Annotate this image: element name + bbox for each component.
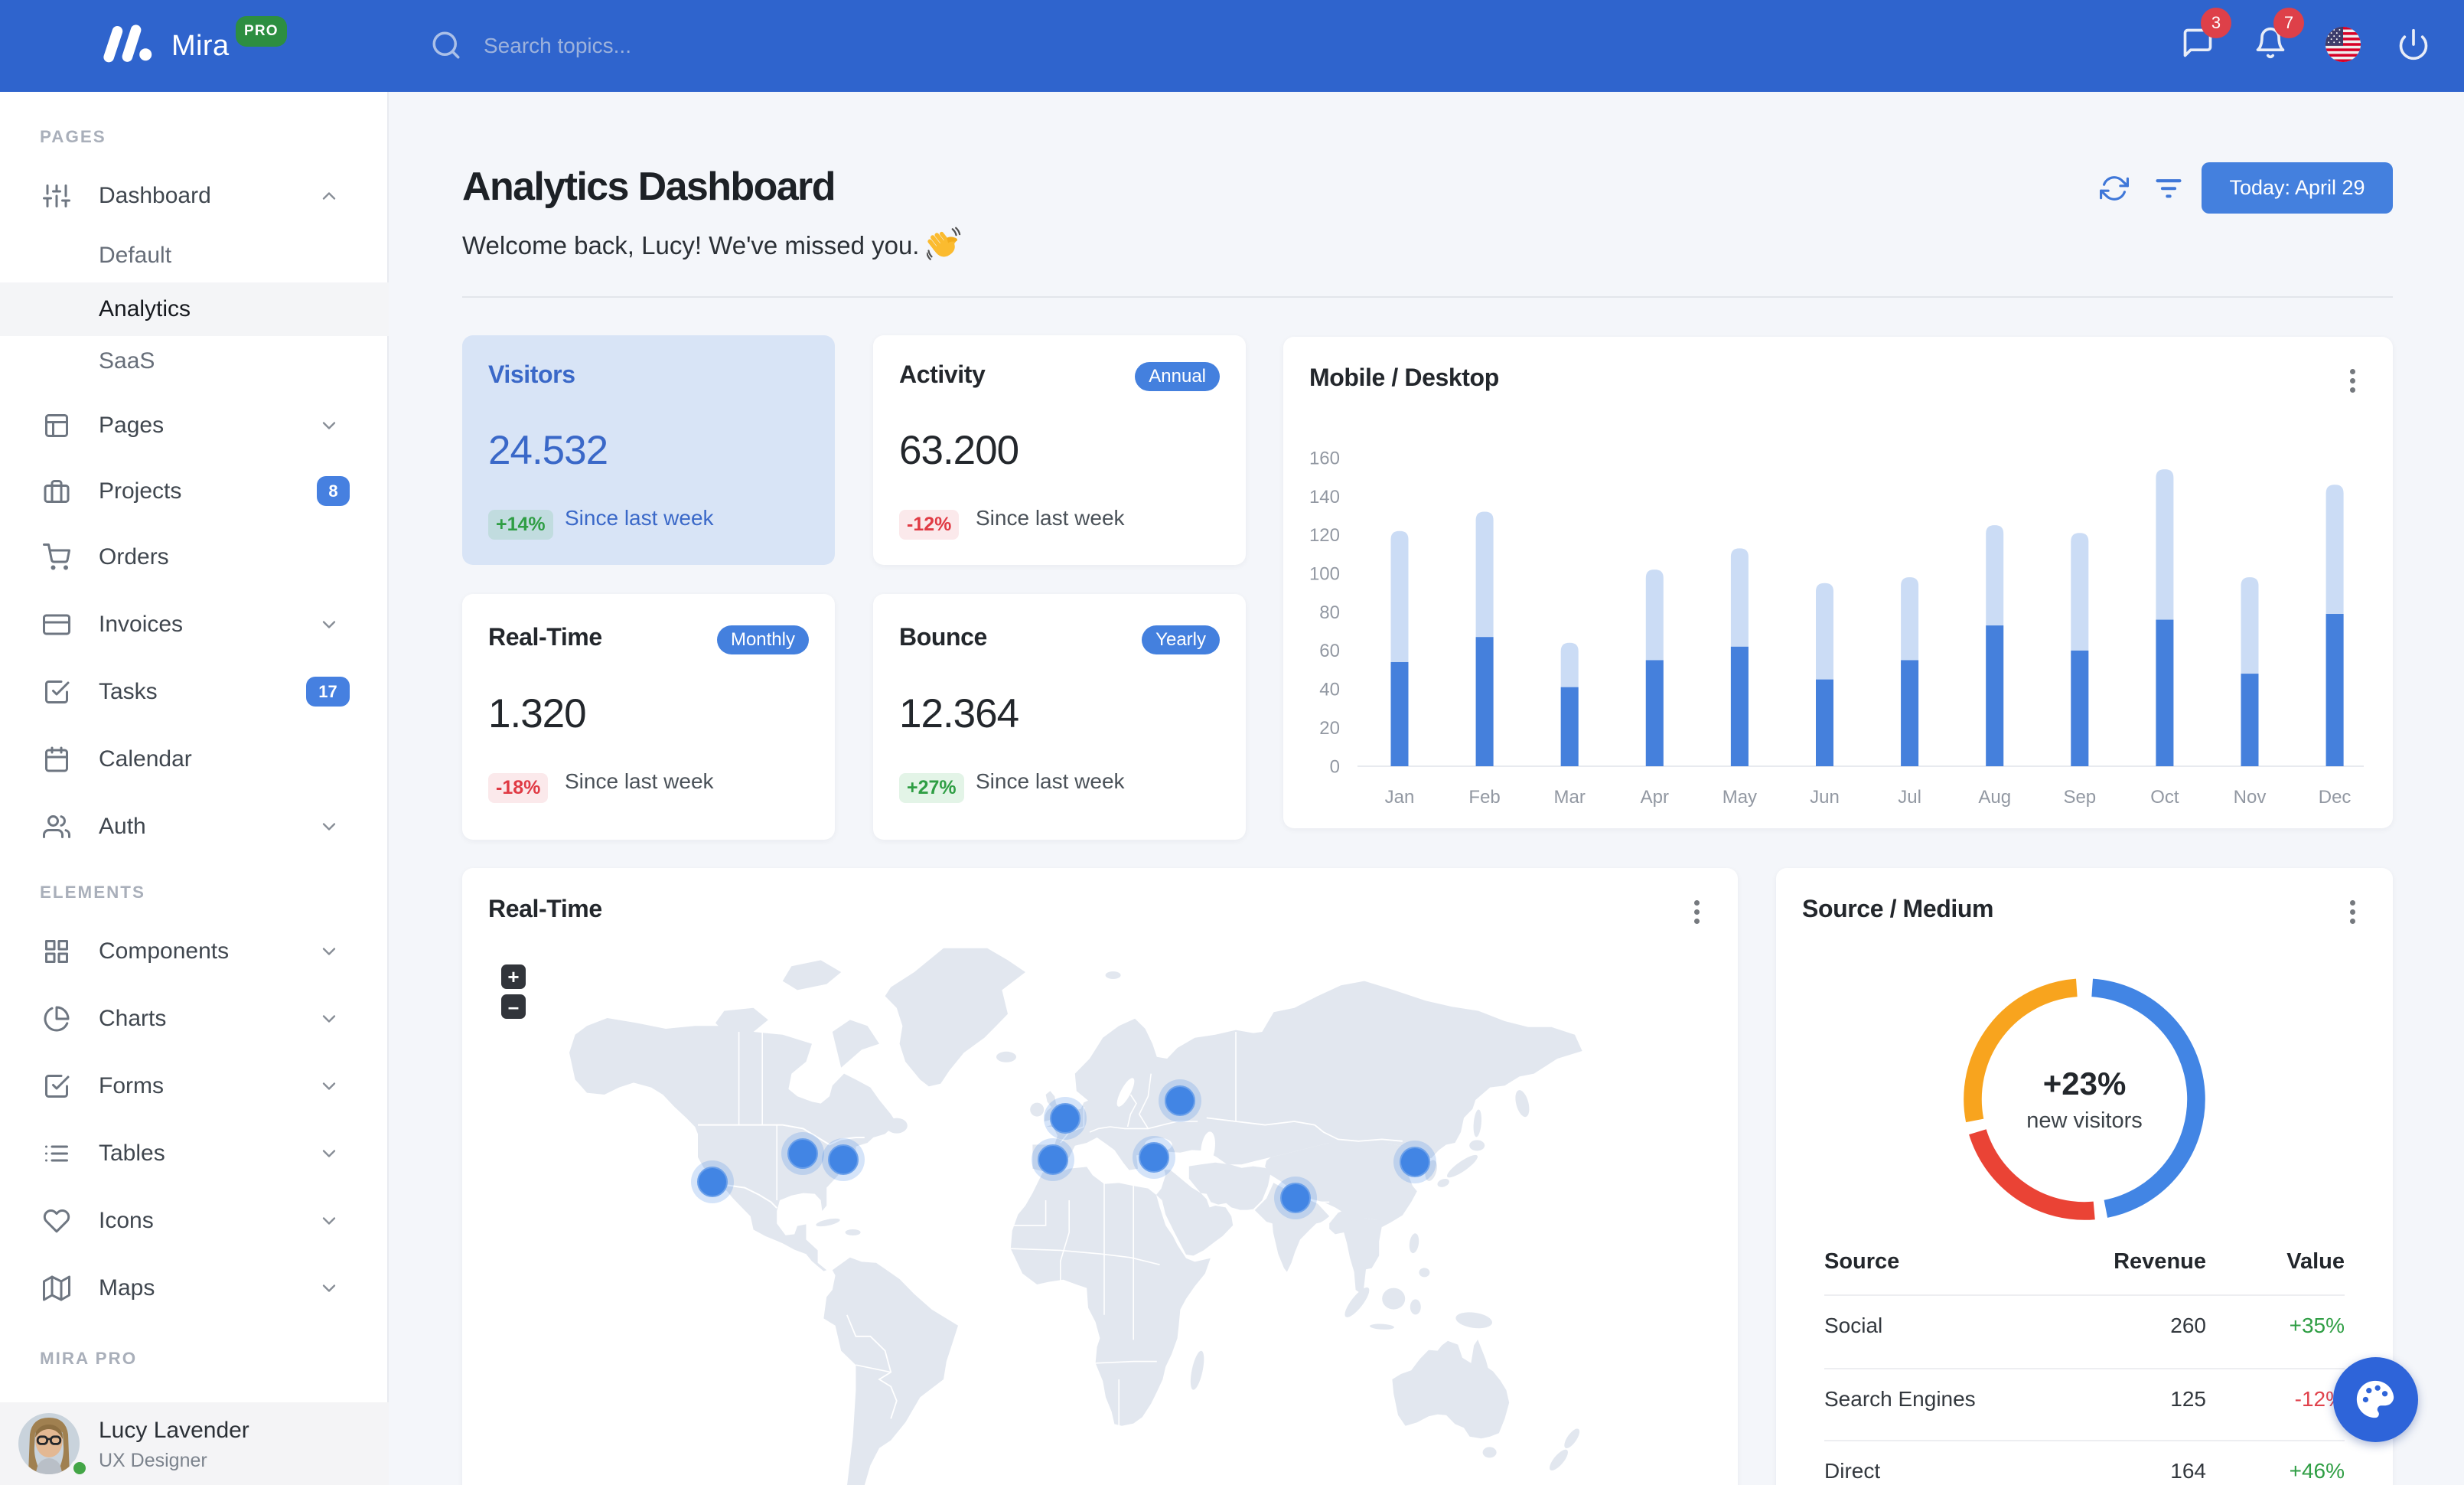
svg-text:Jun: Jun <box>1810 787 1840 808</box>
svg-text:Mar: Mar <box>1554 787 1586 808</box>
svg-text:100: 100 <box>1309 564 1340 585</box>
svg-text:Oct: Oct <box>2150 787 2179 808</box>
svg-text:Sep: Sep <box>2063 787 2096 808</box>
svg-text:Apr: Apr <box>1641 787 1669 808</box>
svg-text:May: May <box>1723 787 1757 808</box>
svg-text:0: 0 <box>1330 756 1340 777</box>
svg-text:Nov: Nov <box>2234 787 2267 808</box>
svg-text:40: 40 <box>1319 680 1340 700</box>
svg-text:Dec: Dec <box>2319 787 2352 808</box>
svg-text:60: 60 <box>1319 641 1340 661</box>
svg-text:Jan: Jan <box>1385 787 1415 808</box>
svg-text:20: 20 <box>1319 718 1340 739</box>
svg-text:160: 160 <box>1309 448 1340 468</box>
svg-text:120: 120 <box>1309 525 1340 546</box>
svg-text:80: 80 <box>1319 602 1340 623</box>
svg-text:Feb: Feb <box>1468 787 1500 808</box>
svg-text:Jul: Jul <box>1898 787 1921 808</box>
svg-text:140: 140 <box>1309 487 1340 508</box>
svg-text:Aug: Aug <box>1978 787 2011 808</box>
